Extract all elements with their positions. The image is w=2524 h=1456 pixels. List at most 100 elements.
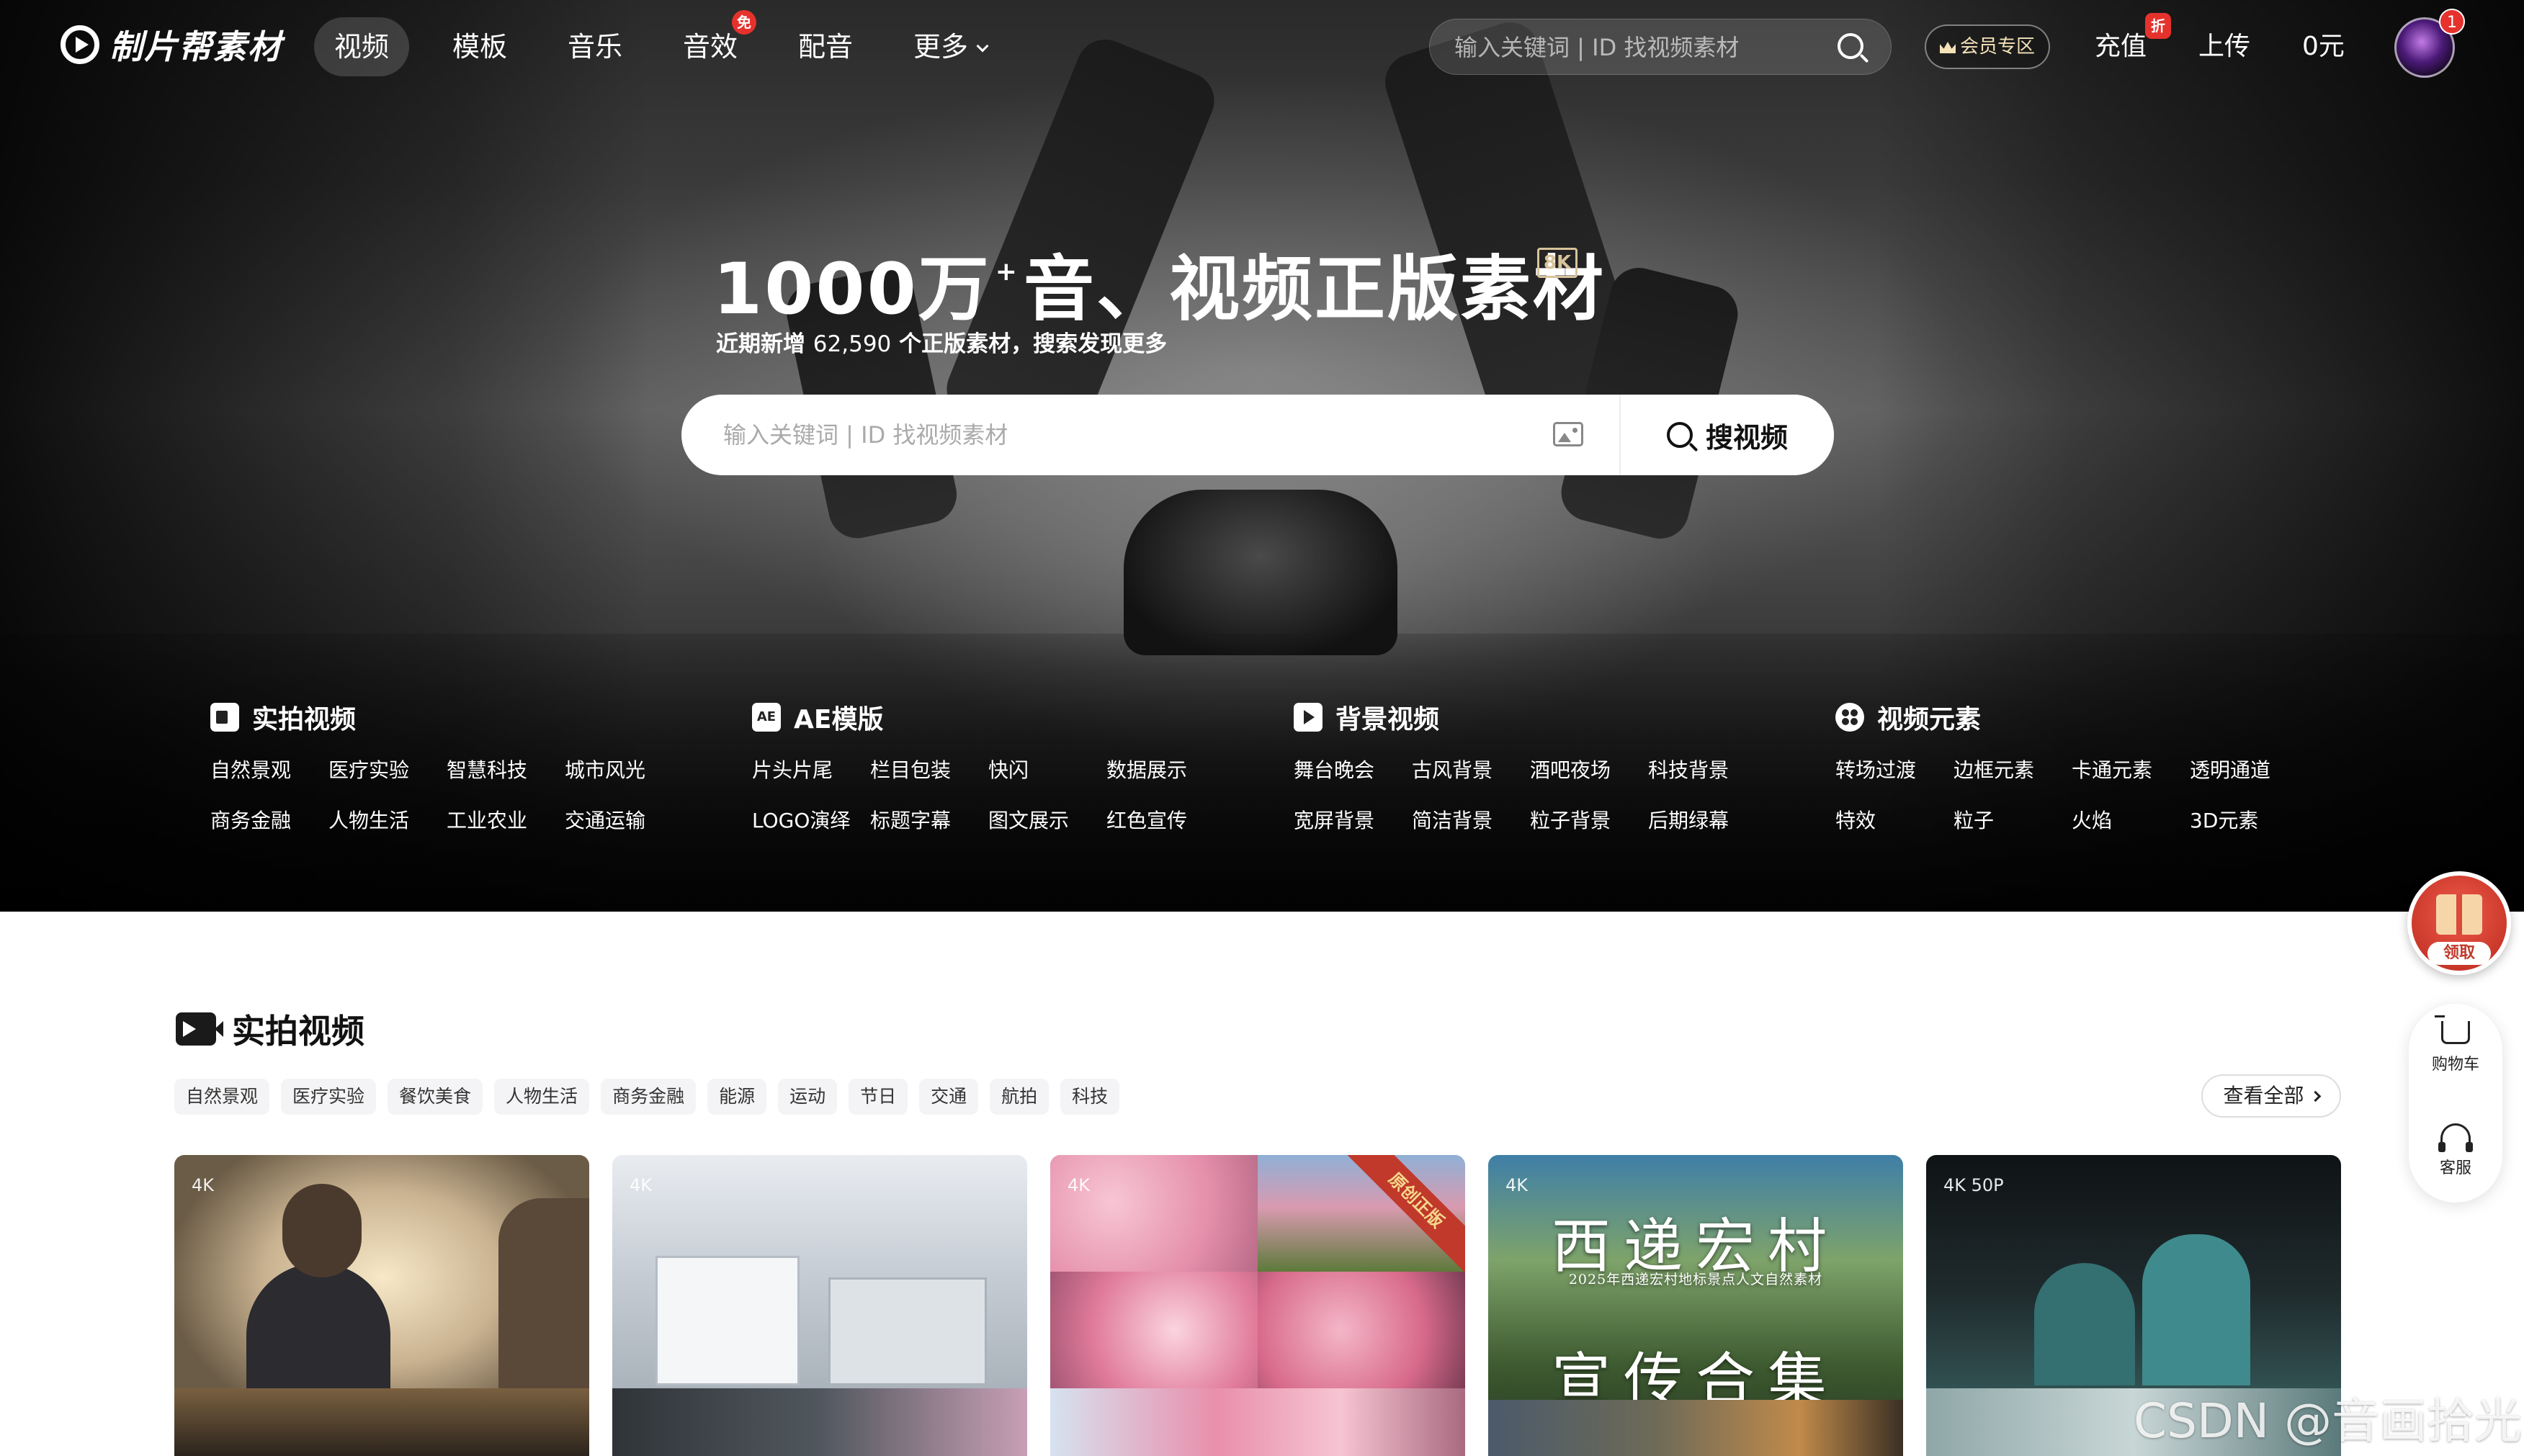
site-logo[interactable]: 制片帮素材: [61, 22, 282, 68]
nav-tab-label: 配音: [798, 31, 854, 63]
nav-tab-sound-effects[interactable]: 音效 免: [663, 10, 758, 76]
view-all-label: 查看全部: [2223, 1084, 2304, 1107]
thumbnail-preview-strip: [1050, 1388, 1465, 1456]
category-link[interactable]: 医疗实验: [328, 756, 447, 785]
video-card[interactable]: 原创正版 4K: [1050, 1155, 1465, 1456]
hero-subtitle: 近期新增 62,590 个正版素材，搜索发现更多: [716, 325, 1167, 358]
filter-chip[interactable]: 运动: [778, 1079, 838, 1115]
filter-chip[interactable]: 餐饮美食: [388, 1079, 483, 1115]
category-link[interactable]: 舞台晚会: [1294, 756, 1412, 785]
nav-tab-more[interactable]: 更多: [893, 17, 1007, 76]
section-title-text: 实拍视频: [232, 1012, 364, 1051]
category-link[interactable]: 交通运输: [565, 806, 683, 835]
category-link[interactable]: 工业农业: [447, 806, 565, 835]
category-heading[interactable]: AE AE模版: [752, 698, 1256, 736]
category-link[interactable]: 特效: [1835, 806, 1954, 835]
top-search-input[interactable]: [1454, 19, 1829, 76]
shopping-cart-button[interactable]: 购物车: [2409, 1015, 2502, 1074]
free-badge: 免: [732, 10, 757, 35]
thumbnail-figure: [246, 1263, 390, 1393]
view-all-button[interactable]: 查看全部: [2201, 1074, 2341, 1118]
filter-chip[interactable]: 医疗实验: [281, 1079, 377, 1115]
resolution-badge: 4K: [1068, 1175, 1091, 1195]
search-video-button[interactable]: 搜视频: [1619, 395, 1834, 475]
category-link[interactable]: 城市风光: [565, 756, 683, 785]
video-card[interactable]: 4K: [612, 1155, 1027, 1456]
video-card[interactable]: 西递宏村 2025年西递宏村地标景点人文自然素材 宣传合集 4K: [1488, 1155, 1903, 1456]
recharge-link[interactable]: 充值 折: [2095, 13, 2172, 76]
filter-chip[interactable]: 航拍: [990, 1079, 1050, 1115]
category-link[interactable]: 简洁背景: [1412, 806, 1530, 835]
category-link[interactable]: 科技背景: [1648, 756, 1766, 785]
video-card[interactable]: 4K: [174, 1155, 589, 1456]
category-title: 实拍视频: [252, 705, 357, 734]
category-heading[interactable]: 背景视频: [1294, 698, 1798, 736]
search-icon[interactable]: [1838, 33, 1863, 59]
upload-link[interactable]: 上传: [2198, 17, 2250, 76]
nav-tab-template[interactable]: 模板: [432, 17, 527, 76]
resolution-badge: 4K: [1505, 1175, 1529, 1195]
category-link[interactable]: 图文展示: [988, 806, 1106, 835]
category-link[interactable]: 转场过渡: [1835, 756, 1954, 785]
nav-tab-voiceover[interactable]: 配音: [778, 17, 873, 76]
category-link[interactable]: 快闪: [988, 756, 1106, 785]
filter-chip[interactable]: 能源: [707, 1079, 767, 1115]
category-link[interactable]: 栏目包装: [870, 756, 988, 785]
vip-zone-button[interactable]: 会员专区: [1925, 24, 2050, 69]
nav-tab-music[interactable]: 音乐: [547, 17, 643, 76]
nav-tab-label: 更多: [913, 31, 969, 63]
search-button-label: 搜视频: [1705, 421, 1788, 454]
vip-zone-label: 会员专区: [1959, 36, 2035, 58]
category-link[interactable]: LOGO演绎: [752, 806, 870, 835]
hero-title-text: 音、视频正版素材: [1023, 248, 1606, 331]
gift-icon: [2436, 894, 2482, 935]
category-link[interactable]: 人物生活: [328, 806, 447, 835]
category-heading[interactable]: 实拍视频: [210, 698, 715, 736]
floating-side-panel: 购物车 客服: [2409, 1004, 2502, 1203]
filter-chip[interactable]: 自然景观: [174, 1079, 270, 1115]
category-link[interactable]: 数据展示: [1106, 756, 1225, 785]
filter-chip[interactable]: 科技: [1060, 1079, 1120, 1115]
thumbnail-preview-strip: [612, 1388, 1027, 1456]
gift-claim-button[interactable]: 领取: [2407, 871, 2511, 975]
category-link[interactable]: 标题字幕: [870, 806, 988, 835]
category-link[interactable]: 粒子: [1954, 806, 2072, 835]
filter-chip[interactable]: 节日: [849, 1079, 908, 1115]
nav-tab-video[interactable]: 视频: [314, 17, 410, 76]
category-link[interactable]: 红色宣传: [1106, 806, 1225, 835]
category-link[interactable]: 智慧科技: [447, 756, 565, 785]
customer-service-button[interactable]: 客服: [2409, 1123, 2502, 1178]
category-link[interactable]: 后期绿幕: [1648, 806, 1766, 835]
filter-chip[interactable]: 交通: [919, 1079, 979, 1115]
nav-tab-label: 音效: [683, 31, 738, 63]
crown-icon: [1939, 42, 1956, 53]
category-link[interactable]: 3D元素: [2190, 806, 2308, 835]
category-link[interactable]: 宽屏背景: [1294, 806, 1412, 835]
filter-chip[interactable]: 人物生活: [494, 1079, 590, 1115]
hero-car-image: [1124, 490, 1397, 655]
thumbnail-figure: [2142, 1234, 2250, 1385]
category-link[interactable]: 粒子背景: [1530, 806, 1648, 835]
thumbnail-tile: [1050, 1155, 1258, 1272]
balance-link[interactable]: 0元: [2302, 17, 2345, 76]
category-link[interactable]: 透明通道: [2190, 756, 2308, 785]
category-link[interactable]: 卡通元素: [2072, 756, 2190, 785]
category-link[interactable]: 片头片尾: [752, 756, 870, 785]
image-search-icon[interactable]: [1553, 422, 1583, 446]
category-link[interactable]: 古风背景: [1412, 756, 1530, 785]
elements-icon: [1835, 703, 1864, 732]
category-link[interactable]: 酒吧夜场: [1530, 756, 1648, 785]
gift-claim-label: 领取: [2427, 942, 2491, 965]
play-icon: [1294, 703, 1323, 732]
category-heading[interactable]: 视频元素: [1835, 698, 2340, 736]
category-group-ae-templates: AE AE模版 片头片尾 栏目包装 快闪 数据展示 LOGO演绎 标题字幕 图文…: [752, 698, 1256, 835]
notification-badge: 1: [2439, 9, 2465, 35]
category-link[interactable]: 火焰: [2072, 806, 2190, 835]
category-link[interactable]: 自然景观: [210, 756, 328, 785]
badge-8k: 8K: [1537, 248, 1578, 278]
recharge-label: 充值: [2095, 32, 2147, 61]
category-link[interactable]: 边框元素: [1954, 756, 2072, 785]
category-link[interactable]: 商务金融: [210, 806, 328, 835]
filter-chip[interactable]: 商务金融: [601, 1079, 697, 1115]
hero-search-input[interactable]: [723, 395, 1487, 475]
